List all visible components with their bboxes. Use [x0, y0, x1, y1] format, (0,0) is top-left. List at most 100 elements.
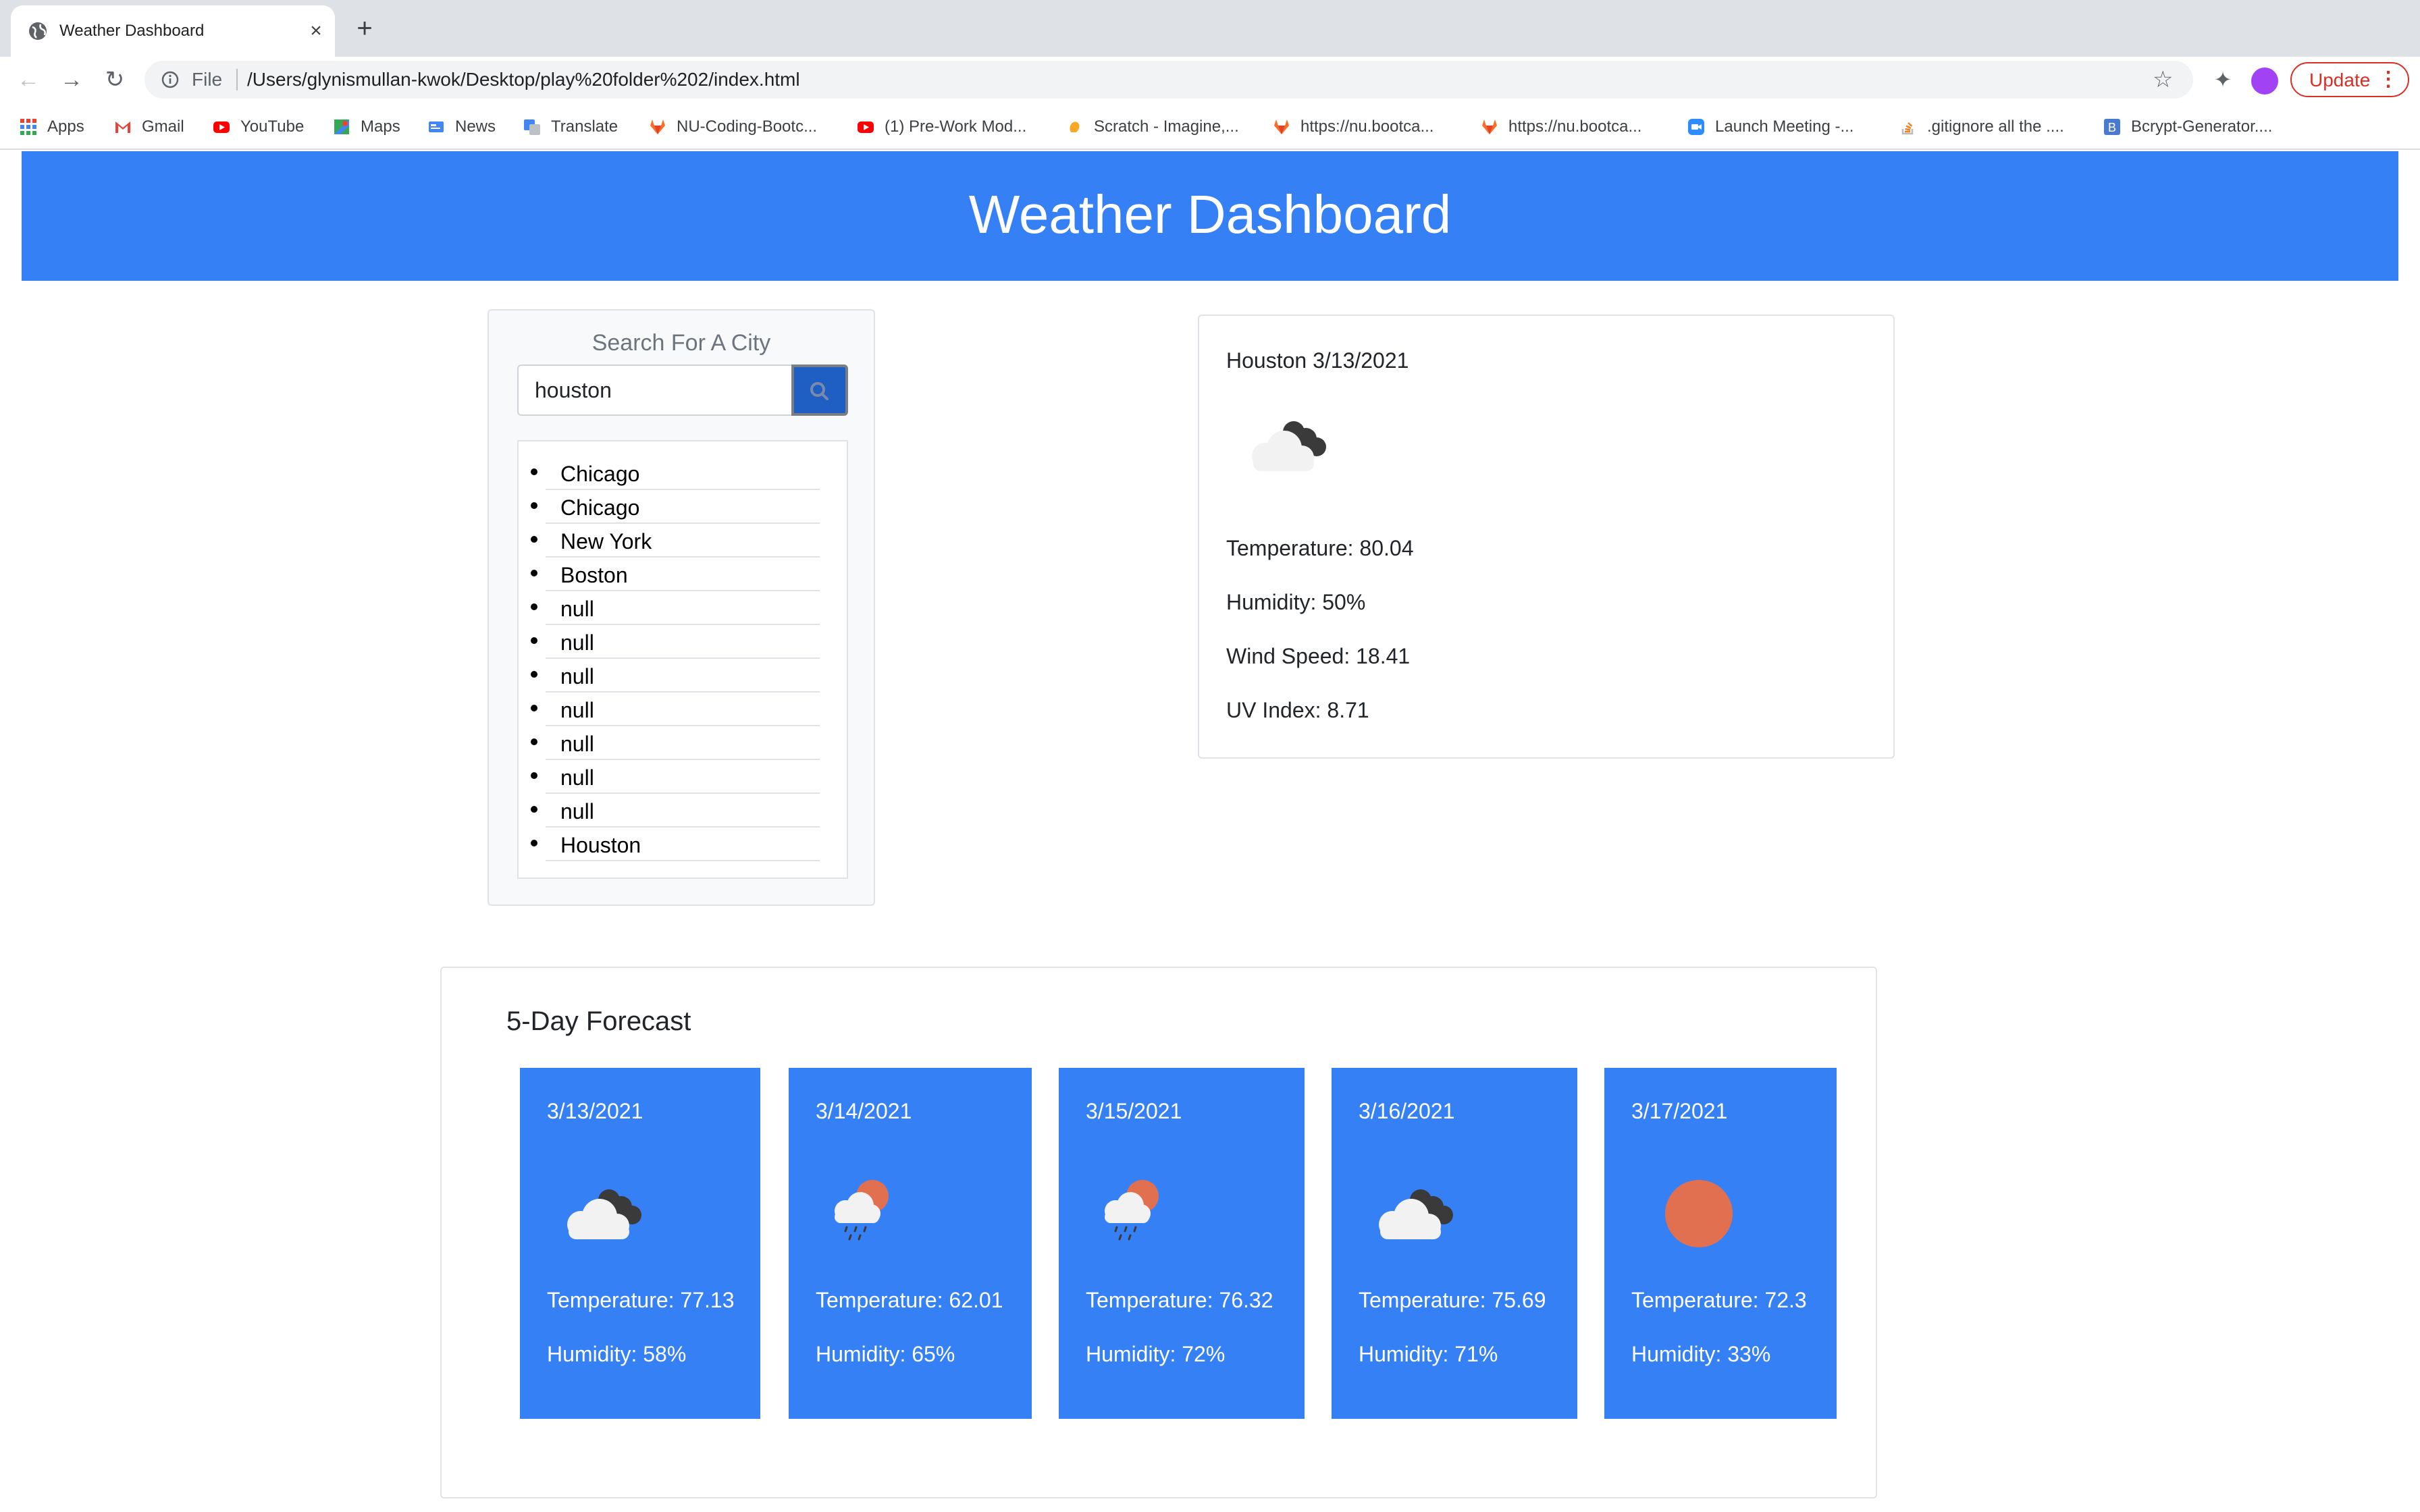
bookmark-apps[interactable]: Apps: [19, 113, 84, 140]
history-city: null: [560, 630, 594, 655]
browser-tabstrip: Weather Dashboard × +: [0, 0, 2420, 57]
bcrypt-icon: B: [2104, 119, 2120, 135]
url-separator: [236, 69, 238, 90]
page-title: Weather Dashboard: [968, 184, 1452, 244]
history-item[interactable]: null: [531, 760, 820, 794]
back-icon[interactable]: ←: [15, 66, 42, 93]
bookmark-nu-coding[interactable]: NU-Coding-Bootc...: [648, 113, 817, 140]
bookmark-scratch[interactable]: Scratch - Imagine,...: [1066, 113, 1239, 140]
apps-grid-icon: [20, 119, 36, 135]
scratch-icon: [1070, 122, 1080, 132]
forecast-panel: 5-Day Forecast 3/13/2021 Temperature: 77…: [440, 967, 1877, 1498]
city-search-input[interactable]: houston: [517, 364, 793, 416]
history-item[interactable]: null: [531, 591, 820, 625]
history-city: null: [560, 765, 594, 790]
forecast-temperature: Temperature: 77.13: [547, 1288, 735, 1312]
bookmark-nu-bootcamp-2[interactable]: https://nu.bootca...: [1480, 113, 1641, 140]
history-city: Houston: [560, 833, 641, 857]
address-bar[interactable]: File /Users/glynismullan-kwok/Desktop/pl…: [144, 61, 2193, 99]
bookmark-label: Scratch - Imagine,...: [1094, 117, 1239, 136]
tab-title: Weather Dashboard: [59, 22, 205, 40]
history-item[interactable]: null: [531, 794, 820, 828]
browser-tab[interactable]: Weather Dashboard ×: [11, 5, 335, 57]
search-icon: [810, 382, 828, 400]
bookmark-youtube[interactable]: YouTube: [212, 113, 304, 140]
update-label: Update: [2309, 70, 2371, 90]
forecast-date: 3/14/2021: [816, 1099, 912, 1123]
search-history-list: Chicago Chicago New York Boston null nul…: [517, 440, 848, 879]
browser-toolbar: ← → ↻ File /Users/glynismullan-kwok/Desk…: [0, 57, 2420, 103]
broken-clouds-icon: [567, 1189, 641, 1239]
history-city: null: [560, 664, 594, 688]
youtube-icon: [858, 122, 874, 133]
broken-clouds-icon: [1379, 1189, 1453, 1239]
gitlab-icon: [1274, 119, 1289, 134]
bookmark-bcrypt[interactable]: B Bcrypt-Generator....: [2103, 113, 2272, 140]
bookmark-nu-bootcamp-1[interactable]: https://nu.bootca...: [1272, 113, 1433, 140]
history-city: null: [560, 799, 594, 824]
bookmark-label: Apps: [47, 117, 84, 136]
current-wind-speed: Wind Speed: 18.41: [1226, 644, 1411, 668]
bookmark-label: Translate: [551, 117, 619, 136]
history-item[interactable]: null: [531, 625, 820, 659]
update-button[interactable]: Update ⋮: [2290, 62, 2409, 97]
forecast-humidity: Humidity: 72%: [1086, 1342, 1226, 1366]
bullet: [531, 502, 537, 509]
forecast-date: 3/17/2021: [1631, 1099, 1728, 1123]
forecast-day-card: 3/15/2021 Temperature: 76.32 Humidity: 7…: [1059, 1068, 1305, 1419]
info-icon[interactable]: [161, 70, 180, 89]
current-humidity: Humidity: 50%: [1226, 590, 1366, 614]
history-item[interactable]: New York: [531, 524, 820, 558]
bookmark-label: News: [455, 117, 496, 136]
page-header: Weather Dashboard: [22, 151, 2398, 281]
forecast-heading: 5-Day Forecast: [506, 1006, 691, 1036]
history-city: null: [560, 732, 594, 756]
search-heading: Search For A City: [591, 330, 771, 356]
bookmark-maps[interactable]: Maps: [332, 113, 400, 140]
history-city: null: [560, 597, 594, 621]
forecast-day-card: 3/17/2021 Temperature: 72.3 Humidity: 33…: [1604, 1068, 1837, 1419]
bookmark-label: Gmail: [142, 117, 184, 136]
forecast-day-card: 3/13/2021 Temperature: 77.13 Humidity: 5…: [520, 1068, 760, 1419]
bullet: [531, 603, 537, 610]
history-item[interactable]: Chicago: [531, 456, 820, 490]
history-item[interactable]: Chicago: [531, 490, 820, 524]
forecast-date: 3/16/2021: [1359, 1099, 1455, 1123]
bookmark-label: https://nu.bootca...: [1300, 117, 1434, 136]
bookmark-gmail[interactable]: Gmail: [113, 113, 184, 140]
bookmark-label: .gitignore all the ....: [1927, 117, 2064, 136]
close-tab-icon[interactable]: ×: [302, 18, 330, 45]
news-icon: [429, 122, 444, 132]
forward-icon[interactable]: →: [58, 66, 85, 93]
clear-sun-icon: [1665, 1180, 1733, 1247]
url-scheme: File: [192, 69, 223, 90]
extensions-puzzle-icon[interactable]: ✦: [2209, 66, 2236, 93]
forecast-day-card: 3/16/2021 Temperature: 75.69 Humidity: 7…: [1332, 1068, 1577, 1419]
forecast-day-card: 3/14/2021 Temperature: 62.01 Humidity: 6…: [789, 1068, 1032, 1419]
bookmark-star-icon[interactable]: ☆: [2153, 68, 2173, 92]
bookmark-launch-meeting[interactable]: Launch Meeting -...: [1687, 113, 1853, 140]
history-item[interactable]: Houston: [531, 828, 820, 861]
forecast-humidity: Humidity: 71%: [1359, 1342, 1498, 1366]
history-item[interactable]: null: [531, 726, 820, 760]
current-uv-index: UV Index: 8.71: [1226, 698, 1369, 722]
new-tab-icon[interactable]: +: [351, 15, 378, 42]
reload-icon[interactable]: ↻: [101, 66, 128, 93]
history-city: New York: [560, 529, 652, 554]
history-item[interactable]: Boston: [531, 558, 820, 591]
url-text[interactable]: /Users/glynismullan-kwok/Desktop/play%20…: [247, 68, 800, 92]
bookmark-translate[interactable]: Translate: [523, 113, 618, 140]
forecast-temperature: Temperature: 76.32: [1086, 1288, 1273, 1312]
history-item[interactable]: null: [531, 693, 820, 726]
bookmark-label: https://nu.bootca...: [1508, 117, 1642, 136]
bookmark-news[interactable]: News: [427, 113, 496, 140]
search-button[interactable]: [791, 364, 848, 416]
profile-avatar[interactable]: [2251, 68, 2278, 94]
forecast-date: 3/13/2021: [547, 1099, 643, 1123]
bookmark-label: Launch Meeting -...: [1715, 117, 1854, 136]
forecast-temperature: Temperature: 62.01: [816, 1288, 1003, 1312]
bookmark-gitignore[interactable]: .gitignore all the ....: [1899, 113, 2064, 140]
history-item[interactable]: null: [531, 659, 820, 693]
bookmark-label: Maps: [361, 117, 400, 136]
bookmark-pre-work[interactable]: (1) Pre-Work Mod...: [856, 113, 1026, 140]
